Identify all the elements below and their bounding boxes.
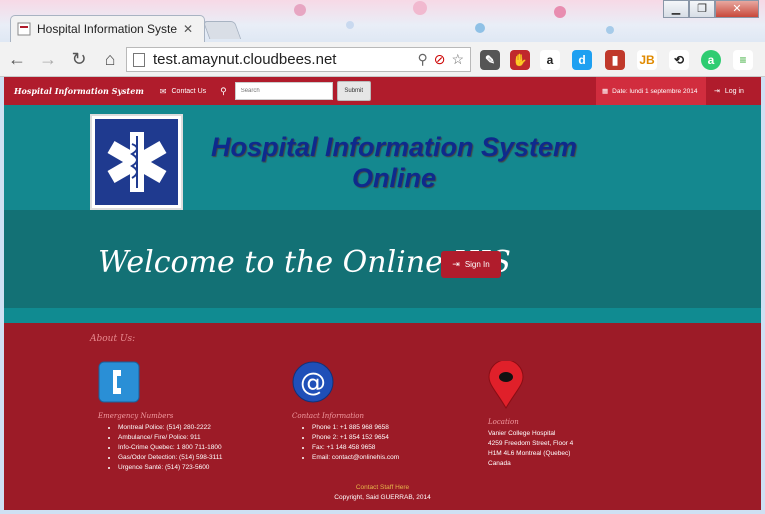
back-icon[interactable]: ← [3, 45, 31, 73]
list-item: Montreal Police: (514) 280-2222 [118, 423, 223, 433]
web-page: Hospital Information System ✉ Contact Us… [4, 77, 761, 510]
site-title-line2: Online [351, 163, 436, 193]
copyright-text: Copyright, Said GUERRAB, 2014 [334, 494, 431, 501]
list-item: Info-Crime Quebec: 1 800 711-1800 [118, 443, 223, 453]
location-column: Location Vanier College Hospital 4259 Fr… [488, 359, 573, 469]
site-title: Hospital Information System Online [194, 132, 594, 194]
about-us-heading: About Us: [90, 334, 136, 344]
list-item: Gas/Odor Detection: (514) 598-3111 [118, 453, 223, 463]
menu-icon[interactable]: ≡ [733, 50, 753, 70]
browser-toolbar: ← → ↻ ⌂ test.amaynut.cloudbees.net ⚲ ⊘ ☆… [0, 42, 765, 77]
list-item: Fax: +1 148 458 9658 [312, 443, 399, 453]
calendar-icon: ▦ [602, 88, 609, 95]
browser-tab[interactable]: Hospital Information System ✕ [10, 15, 205, 42]
blocked-icon[interactable]: ⊘ [434, 51, 446, 68]
page-favicon-icon [17, 22, 31, 36]
forward-icon[interactable]: → [34, 45, 62, 73]
address-line: 4259 Freedom Street, Floor 4 [488, 440, 574, 447]
login-icon: ⇥ [714, 88, 720, 95]
extension-adblock-icon[interactable]: ✋ [510, 50, 530, 70]
browser-titlebar: Hospital Information System ✕ ▁ ❐ ✕ [0, 0, 765, 42]
extension-amazon-icon[interactable]: a [540, 50, 560, 70]
star-of-life-logo [90, 114, 183, 210]
maximize-button[interactable]: ❐ [689, 0, 715, 18]
extension-book-icon[interactable]: ▮ [605, 50, 625, 70]
site-navbar: Hospital Information System ✉ Contact Us… [4, 77, 761, 105]
new-tab-button[interactable] [202, 21, 242, 39]
bookmark-star-icon[interactable]: ☆ [451, 51, 464, 68]
extension-pen-icon[interactable]: ✎ [480, 50, 500, 70]
list-item: Email: contact@onlinehis.com [312, 453, 399, 463]
phone-icon [98, 361, 140, 403]
submit-button[interactable]: Submit [336, 81, 371, 101]
extension-a-icon[interactable]: a [701, 50, 721, 70]
contact-us-link[interactable]: ✉ Contact Us [160, 87, 206, 96]
date-text: Date: lundi 1 septembre 2014 [612, 87, 698, 95]
site-brand[interactable]: Hospital Information System [14, 86, 144, 96]
sign-in-label: Sign In [464, 260, 490, 269]
contact-column: @ Contact Information Phone 1: +1 885 96… [292, 361, 399, 463]
tab-close-icon[interactable]: ✕ [183, 22, 193, 36]
floral-theme-decoration [294, 1, 614, 34]
page-icon [133, 52, 145, 67]
home-icon[interactable]: ⌂ [96, 45, 124, 73]
contact-heading: Contact Information [292, 412, 365, 420]
address-line: Vanier College Hospital [488, 430, 556, 437]
envelope-icon: ✉ [159, 86, 167, 96]
sign-in-button[interactable]: ⇥ Sign In [441, 251, 501, 278]
extension-sync-icon[interactable]: ⟲ [669, 50, 689, 70]
map-pin-icon [488, 359, 524, 409]
login-link[interactable]: ⇥ Log in [714, 77, 744, 105]
emergency-column: Emergency Numbers Montreal Police: (514)… [98, 361, 223, 473]
url-text: test.amaynut.cloudbees.net [153, 51, 337, 68]
site-title-line1: Hospital Information System [210, 132, 578, 162]
address-line: Canada [488, 460, 511, 467]
extension-jb-icon[interactable]: JB [637, 50, 657, 70]
search-input[interactable] [234, 82, 333, 100]
list-item: Ambulance/ Fire/ Police: 911 [118, 433, 223, 443]
zoom-icon[interactable]: ⚲ [417, 51, 427, 68]
location-address: Vanier College Hospital 4259 Freedom Str… [488, 429, 573, 469]
tab-title: Hospital Information System [37, 22, 177, 36]
reload-icon[interactable]: ↻ [65, 45, 93, 73]
date-display: ▦ Date: lundi 1 septembre 2014 [596, 77, 706, 105]
contact-staff-link[interactable]: Contact Staff Here [4, 484, 761, 491]
address-bar[interactable]: test.amaynut.cloudbees.net ⚲ ⊘ ☆ [126, 47, 471, 72]
sign-in-icon: ⇥ [452, 259, 460, 269]
svg-text:@: @ [300, 368, 326, 398]
list-item: Urgence Santé: (514) 723-5600 [118, 463, 223, 473]
at-sign-icon: @ [292, 361, 334, 403]
list-item: Phone 2: +1 854 152 9654 [312, 433, 399, 443]
list-item: Phone 1: +1 885 968 9658 [312, 423, 399, 433]
location-heading: Location [488, 418, 519, 426]
emergency-heading: Emergency Numbers [98, 412, 174, 420]
address-line: H1M 4L6 Montreal (Quebec) [488, 450, 571, 457]
login-label: Log in [724, 87, 744, 95]
minimize-button[interactable]: ▁ [663, 0, 689, 18]
contact-us-label: Contact Us [171, 87, 207, 95]
star-of-life-icon [107, 132, 166, 192]
close-window-button[interactable]: ✕ [715, 0, 759, 18]
extension-d-icon[interactable]: d [572, 50, 592, 70]
search-icon: ⚲ [220, 85, 227, 96]
